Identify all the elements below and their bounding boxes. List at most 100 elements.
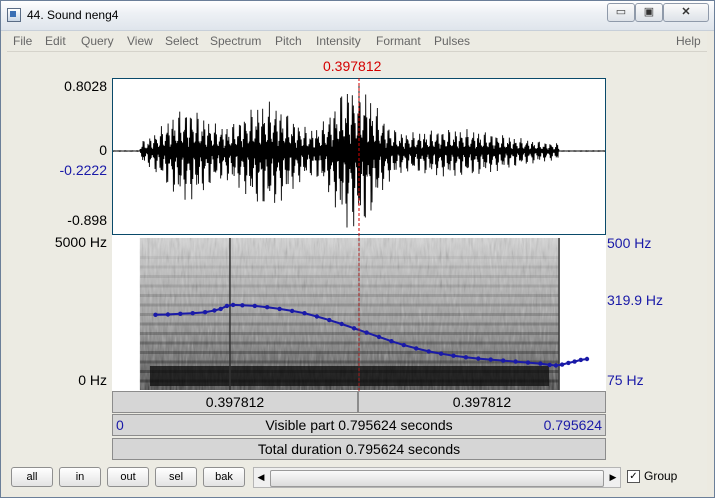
pitch-point [327,317,332,323]
pitch-point [584,356,590,362]
zoom-all-button[interactable]: all [11,467,53,487]
minimize-button[interactable]: ▭ [607,3,635,22]
zoom-in-button[interactable]: in [59,467,101,487]
pitch-point [153,312,158,317]
spectrogram-low-band [149,366,550,386]
signal-plot[interactable] [112,78,606,392]
checkmark-icon: ✓ [629,471,638,482]
menu-edit[interactable]: Edit [45,34,66,48]
spectrogram-harmonic-band [139,322,560,326]
pitch-point [289,308,295,314]
spectrogram-harmonic-band [139,332,560,335]
spectrogram-harmonic-band [139,256,560,259]
pitch-point [566,360,571,366]
pitch-point [212,308,217,313]
menu-help[interactable]: Help [676,34,701,48]
pitch-point [553,363,559,368]
menu-intensity[interactable]: Intensity [316,34,361,48]
zoom-out-button[interactable]: out [107,467,149,487]
pitch-point [389,339,394,344]
menu-select[interactable]: Select [165,34,198,48]
spectrogram-harmonic-band [139,275,560,278]
selection-right-segment[interactable]: 0.397812 [358,391,606,413]
editor-area: 0.397812 0.8028 0 -0.2222 -0.898 5000 Hz… [7,52,707,464]
total-duration-label: Total duration 0.795624 seconds [257,441,461,457]
pitch-point [224,303,230,309]
group-checkbox[interactable]: ✓ [627,470,640,483]
menu-pitch[interactable]: Pitch [275,34,302,48]
wave-ymax-label: 0.8028 [64,78,107,94]
pitch-point [426,349,431,354]
close-icon: ✕ [681,6,691,18]
scroll-left-arrow-icon[interactable]: ◀ [254,468,268,487]
menu-query[interactable]: Query [81,34,114,48]
pitch-point [438,351,444,356]
pitch-point [218,306,223,312]
spectrogram-harmonic-band [139,294,560,297]
spectrogram-harmonic-band [139,265,560,269]
title-bar[interactable]: 44. Sound neng4 ▭ ▣ ✕ [1,1,714,31]
menu-pulses[interactable]: Pulses [434,34,470,48]
visible-start-label: 0 [116,417,124,433]
spectrogram-harmonic-band [139,313,560,316]
spectrogram-harmonic-band [139,284,560,288]
minimize-icon: ▭ [615,6,627,18]
pitch-point [178,311,183,316]
pitch-min-label: 75 Hz [607,372,644,388]
menu-bar: File Edit Query View Select Spectrum Pit… [7,31,707,52]
praat-sound-window: 44. Sound neng4 ▭ ▣ ✕ File Edit Query Vi… [0,0,715,498]
pitch-point [165,312,171,317]
menu-file[interactable]: File [13,34,32,48]
maximize-button[interactable]: ▣ [635,3,663,22]
pitch-point [302,311,307,316]
pitch-max-label: 500 Hz [607,235,652,251]
selection-left-label: 0.397812 [205,394,265,410]
spectrogram-fmax-label: 5000 Hz [54,234,107,250]
spectrogram-image [139,238,560,390]
wave-zero-label: 0 [99,142,107,158]
menu-view[interactable]: View [127,34,153,48]
wave-ymin-label: -0.898 [67,212,107,228]
pitch-point [559,362,565,367]
cursor-time-label: 0.397812 [323,58,382,74]
visible-end-label: 0.795624 [543,417,602,433]
menu-spectrum[interactable]: Spectrum [210,34,261,48]
pitch-point [202,310,208,315]
group-label: Group [644,469,678,483]
pitch-point [351,326,357,331]
pitch-mid-label: 319.9 Hz [607,292,664,308]
scroll-right-arrow-icon[interactable]: ▶ [606,468,620,487]
pitch-point [476,356,481,361]
visible-part-label: Visible part 0.795624 seconds [265,417,453,433]
menu-formant[interactable]: Formant [376,34,421,48]
pitch-point [501,358,506,363]
pitch-point [240,303,245,308]
window-title: 44. Sound neng4 [27,8,119,22]
pitch-point [190,311,195,316]
pitch-point [265,305,270,310]
zoom-back-button[interactable]: bak [203,467,245,487]
pitch-point [376,334,382,340]
selection-left-segment[interactable]: 0.397812 [112,391,358,413]
spectrogram-harmonic-band [139,341,560,345]
wave-cursor-value-label: -0.2222 [59,162,107,178]
pitch-point [578,357,583,363]
visible-part-bar[interactable]: 0 Visible part 0.795624 seconds 0.795624 [112,414,606,436]
app-icon [7,8,21,22]
pitch-point [414,346,419,351]
pitch-point [513,359,518,364]
spectrogram-harmonic-band [139,303,560,307]
close-button[interactable]: ✕ [663,3,709,22]
pitch-point [572,359,577,364]
total-duration-bar[interactable]: Total duration 0.795624 seconds [112,438,606,460]
pitch-point [277,306,282,312]
horizontal-scrollbar[interactable]: ◀ ▶ [253,467,621,488]
pitch-point [364,330,369,335]
scrollbar-thumb[interactable] [270,470,604,487]
pitch-point [488,357,493,362]
pitch-point [547,362,552,368]
pitch-point [252,303,257,309]
zoom-sel-button[interactable]: sel [155,467,197,487]
spectrogram-fmin-label: 0 Hz [78,372,107,388]
pitch-point [451,353,456,358]
